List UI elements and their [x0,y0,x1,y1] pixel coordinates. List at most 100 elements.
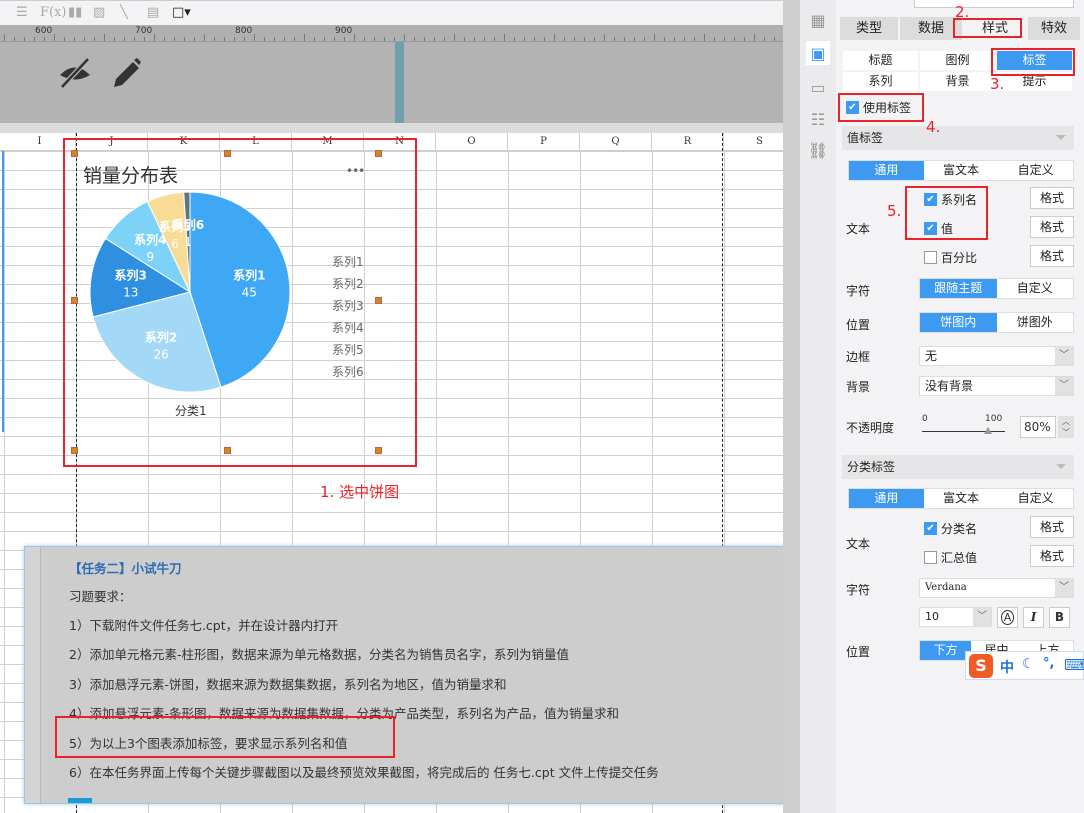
ruler-tick [194,37,195,41]
subtab-legend[interactable]: 图例 [920,51,995,70]
italic-button[interactable]: I [1023,607,1044,628]
ime-toolbar[interactable]: S 中 ☾ °, ⌨ [965,651,1084,680]
vertical-scrollbar[interactable] [783,0,800,813]
value-label-section[interactable]: 值标签 [842,126,1074,150]
mode-richtext[interactable]: 富文本 [924,161,999,180]
total-value-checkbox[interactable]: 汇总值 [924,549,977,566]
mode-custom[interactable]: 自定义 [998,489,1073,508]
subtab-title[interactable]: 标题 [843,51,918,70]
checkbox-empty [924,251,937,264]
tab-effect[interactable]: 特效 [1028,17,1080,40]
ruler-tick [584,37,585,41]
resize-handle[interactable] [375,297,382,304]
resize-handle[interactable] [71,297,78,304]
category-name-checkbox[interactable]: ✔ 分类名 [924,520,977,537]
pos-inside[interactable]: 饼图内 [920,313,997,332]
ruler-tick [594,37,595,41]
cell-selection-edge [0,151,4,432]
column-header-R[interactable]: R [652,133,724,151]
slider-thumb[interactable] [984,427,993,434]
subtab-series[interactable]: 系列 [843,72,918,91]
position-mode[interactable]: 饼图内 饼图外 [919,312,1074,333]
percent-checkbox[interactable]: 百分比 [924,249,977,266]
formula-icon[interactable]: F(x) [40,5,67,20]
format-button[interactable]: 格式 [1030,245,1074,267]
resize-handle[interactable] [71,150,78,157]
char-mode[interactable]: 跟随主题 自定义 [919,278,1074,299]
char-custom[interactable]: 自定义 [997,279,1074,298]
bar-chart-icon[interactable]: ▮▮ [68,5,82,20]
ruler-tick [84,37,85,41]
ruler-tick [24,37,25,41]
resize-handle[interactable] [375,447,382,454]
opacity-input[interactable]: 80% [1020,416,1056,438]
ruler-tick [674,37,675,41]
image-icon[interactable]: ▨ [93,5,105,20]
align-icon[interactable]: ☰ [16,5,28,20]
toolbar: ☰ F(x) ▮▮ ▨ ╲ ▤ □▾ [0,0,783,25]
bold-button[interactable]: B [1049,607,1070,628]
moon-icon[interactable]: ☾ [1022,656,1035,672]
pos-outside[interactable]: 饼图外 [997,313,1074,332]
column-header-Q[interactable]: Q [580,133,652,151]
column-header-O[interactable]: O [436,133,508,151]
resize-handle[interactable] [224,447,231,454]
format-button[interactable]: 格式 [1030,516,1074,538]
subtab-background[interactable]: 背景 [920,72,995,91]
font-color-button[interactable]: A [997,607,1018,628]
keyboard-icon[interactable]: ⌨ [1064,656,1084,674]
value-label-mode[interactable]: 通用 富文本 自定义 [848,160,1074,181]
mode-custom[interactable]: 自定义 [998,161,1073,180]
link-icon[interactable]: ⛓ [806,138,830,162]
category-label-mode[interactable]: 通用 富文本 自定义 [848,488,1074,509]
category-label-section[interactable]: 分类标签 [842,455,1074,479]
ruler-tick [454,34,455,41]
widget-icon[interactable]: ▭ [806,75,830,99]
chevron-down-icon: ﹀ [973,608,991,626]
pos-below[interactable]: 下方 [920,641,971,660]
font-size-select[interactable]: 10 ﹀ [919,607,992,627]
document-icon[interactable]: ▤ [147,5,159,20]
eye-off-icon[interactable] [58,58,92,88]
annotation-box-task [55,716,395,758]
ruler-tick [534,37,535,41]
layer-icon[interactable]: ☷ [806,107,830,131]
spinner-icon[interactable]: ︿ ﹀ [1058,416,1074,438]
opacity-label: 不透明度 [846,421,895,435]
mode-general[interactable]: 通用 [849,161,924,180]
ruler-tick [484,37,485,41]
resize-handle[interactable] [224,150,231,157]
background-select[interactable]: 没有背景 ﹀ [919,376,1074,396]
chart-element-icon[interactable]: ▣ [806,41,830,65]
char-follow-theme[interactable]: 跟随主题 [920,279,997,298]
top-input[interactable] [914,0,1074,8]
sogou-logo-icon[interactable]: S [969,654,993,678]
resize-handle[interactable] [375,150,382,157]
mode-general[interactable]: 通用 [849,489,924,508]
tab-type[interactable]: 类型 [840,17,898,40]
option-text: 汇总值 [941,551,978,565]
opacity-slider[interactable] [922,431,1005,432]
ime-punct[interactable]: °, [1043,656,1054,671]
task-title: 【任务二】小试牛刀 [69,561,182,576]
position-label: 位置 [846,645,871,659]
ime-lang[interactable]: 中 [1000,657,1014,677]
column-header-P[interactable]: P [508,133,580,151]
format-button[interactable]: 格式 [1030,545,1074,567]
ruler-tick [134,37,135,41]
ruler-tick [564,37,565,41]
pencil-icon[interactable] [110,57,142,89]
font-select[interactable]: Verdana ﹀ [919,578,1074,598]
resize-handle[interactable] [71,447,78,454]
annotation-box-label-tab [991,48,1075,76]
format-button[interactable]: 格式 [1030,216,1074,238]
format-button[interactable]: 格式 [1030,187,1074,209]
mode-richtext[interactable]: 富文本 [924,489,999,508]
border-select[interactable]: 无 ﹀ [919,346,1074,366]
float-element-edge [395,42,404,123]
slash-icon[interactable]: ╲ [120,5,128,20]
ruler-tick [204,34,205,41]
border-icon[interactable]: □▾ [172,5,191,20]
cell-info-icon[interactable]: ▦ [806,8,830,32]
ruler-tick [384,37,385,41]
